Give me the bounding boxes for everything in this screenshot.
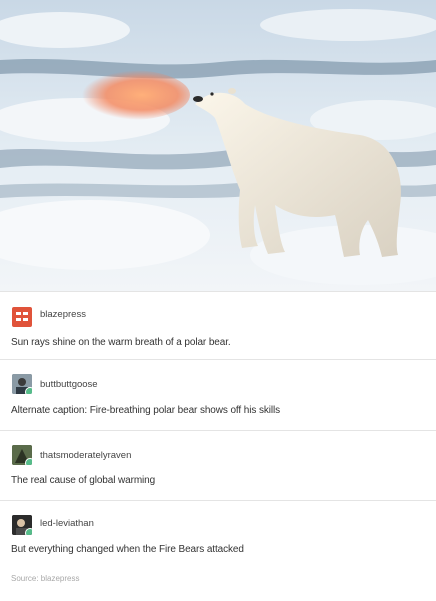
username[interactable]: thatsmoderatelyraven (40, 450, 131, 461)
avatar[interactable] (12, 307, 32, 327)
username[interactable]: blazepress (40, 309, 86, 320)
verified-badge-icon (25, 458, 32, 465)
avatar[interactable] (12, 515, 32, 535)
username[interactable]: led-leviathan (40, 518, 94, 529)
post-text: The real cause of global warming (11, 475, 156, 486)
reblog-entry: thatsmoderatelyraven The real cause of g… (0, 430, 436, 501)
reblog-entry: buttbuttgoose Alternate caption: Fire-br… (0, 359, 436, 431)
post-text: But everything changed when the Fire Bea… (11, 544, 244, 555)
reblog-entry: led-leviathan But everything changed whe… (0, 500, 436, 601)
avatar[interactable] (12, 374, 32, 394)
tumblr-post: blazepress Sun rays shine on the warm br… (0, 0, 436, 600)
polar-bear-photo (0, 0, 436, 291)
source-link[interactable]: Source: blazepress (11, 574, 79, 583)
avatar[interactable] (12, 445, 32, 465)
username[interactable]: buttbuttgoose (40, 379, 98, 390)
blazepress-logo-icon (16, 312, 28, 321)
post-text: Sun rays shine on the warm breath of a p… (11, 337, 231, 348)
verified-badge-icon (25, 387, 32, 394)
post-text: Alternate caption: Fire-breathing polar … (11, 405, 281, 416)
verified-badge-icon (25, 528, 32, 535)
reblog-entry: blazepress Sun rays shine on the warm br… (0, 291, 436, 360)
